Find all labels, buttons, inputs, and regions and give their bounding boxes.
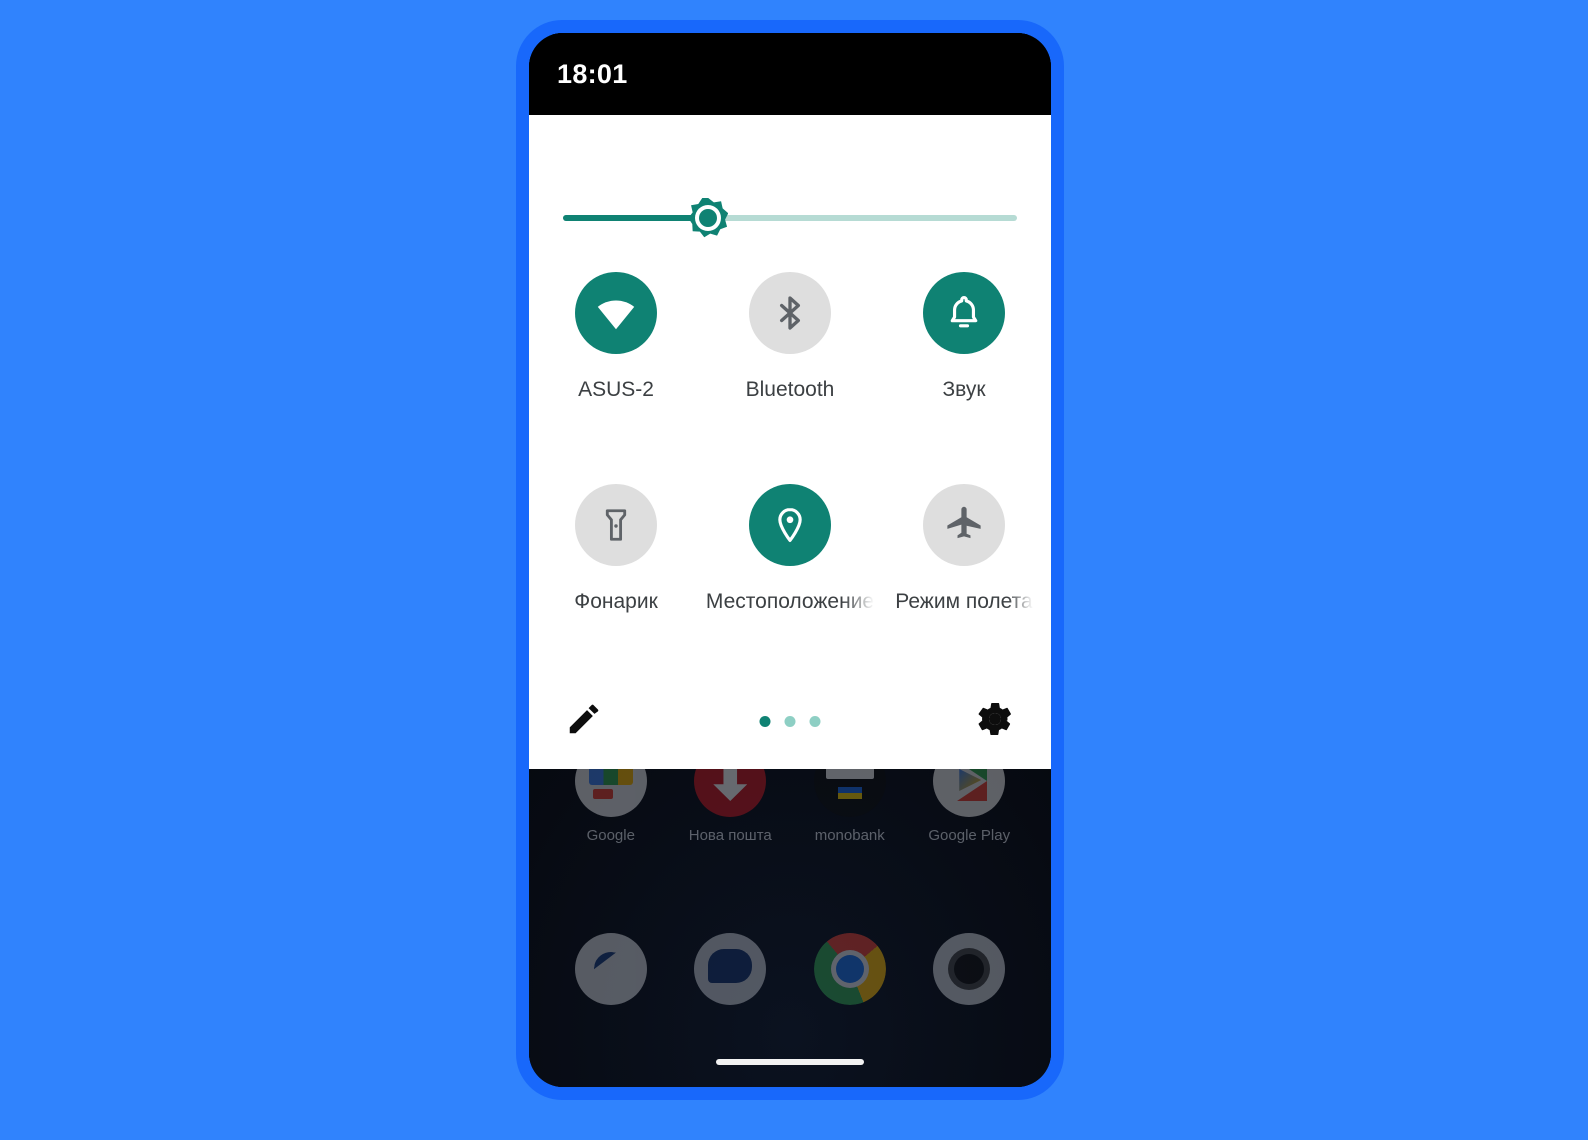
phone-frame: Google Нова пошта monobank Google Play A… [516, 20, 1064, 1100]
home-dock [529, 933, 1051, 1015]
airplane-icon[interactable] [923, 484, 1005, 567]
wifi-glyph [597, 300, 635, 330]
phone-screen: Google Нова пошта monobank Google Play A… [529, 33, 1051, 1087]
edit-tiles-button[interactable] [565, 700, 603, 743]
status-bar: 18:01 [529, 33, 1051, 115]
tile-row: Фонарик Местоположение Режим полета [529, 474, 1051, 686]
flashlight-glyph [605, 509, 627, 541]
phone-icon [574, 933, 647, 1005]
brightness-fill [563, 215, 709, 221]
tile-label: Местоположение [705, 590, 875, 614]
tile-flashlight[interactable]: Фонарик [529, 474, 703, 686]
tile-label: Фонарик [574, 590, 658, 614]
location-pin-glyph [778, 508, 802, 543]
wifi-icon[interactable] [575, 272, 657, 355]
page-dot-3[interactable] [809, 716, 821, 728]
bell-icon[interactable] [923, 272, 1005, 355]
tile-sound[interactable]: Звук [877, 262, 1051, 474]
flashlight-icon[interactable] [575, 484, 657, 567]
tile-label: Режим полета [895, 590, 1033, 614]
tile-label: Звук [942, 378, 986, 402]
bell-glyph [950, 296, 978, 328]
bluetooth-icon[interactable] [749, 272, 831, 355]
home-app-label: monobank [814, 827, 885, 844]
dock-app-chrome[interactable] [802, 933, 898, 1015]
dock-app-phone[interactable] [563, 933, 659, 1015]
quick-settings-tiles: ASUS-2 Bluetooth Звук Фонарик Местополож… [529, 262, 1051, 686]
brightness-slider[interactable] [563, 198, 1017, 238]
pencil-icon [569, 704, 599, 734]
location-pin-icon[interactable] [749, 484, 831, 567]
tile-label: ASUS-2 [578, 378, 654, 402]
camera-icon [933, 933, 1006, 1005]
tile-row: ASUS-2 Bluetooth Звук [529, 262, 1051, 474]
quick-settings-footer [529, 686, 1051, 769]
dock-app-messages[interactable] [682, 933, 778, 1015]
page-dot-2[interactable] [784, 716, 796, 728]
sun-core-shape [699, 209, 718, 227]
gear-icon [978, 703, 1011, 736]
messages-icon [694, 933, 767, 1005]
brightness-row [529, 115, 1051, 262]
dock-app-camera[interactable] [921, 933, 1017, 1015]
page-indicator-dots [759, 716, 821, 728]
home-app-label: Google [586, 827, 635, 844]
tile-bluetooth[interactable]: Bluetooth [703, 262, 877, 474]
status-bar-clock: 18:01 [557, 58, 628, 89]
home-app-label: Нова пошта [688, 827, 772, 844]
quick-settings-panel: ASUS-2 Bluetooth Звук Фонарик Местополож… [529, 115, 1051, 769]
home-app-label: Google Play [928, 827, 1011, 844]
tile-label: Bluetooth [745, 378, 835, 402]
tile-wifi[interactable]: ASUS-2 [529, 262, 703, 474]
settings-button[interactable] [975, 699, 1015, 744]
gesture-navigation-bar[interactable] [716, 1059, 864, 1065]
tile-location[interactable]: Местоположение [703, 474, 877, 686]
page-dot-1[interactable] [759, 716, 771, 728]
brightness-sun-icon[interactable] [688, 198, 729, 238]
tile-airplane-mode[interactable]: Режим полета [877, 474, 1051, 686]
bluetooth-glyph [780, 296, 800, 330]
chrome-icon [813, 933, 886, 1005]
airplane-glyph [947, 507, 981, 539]
